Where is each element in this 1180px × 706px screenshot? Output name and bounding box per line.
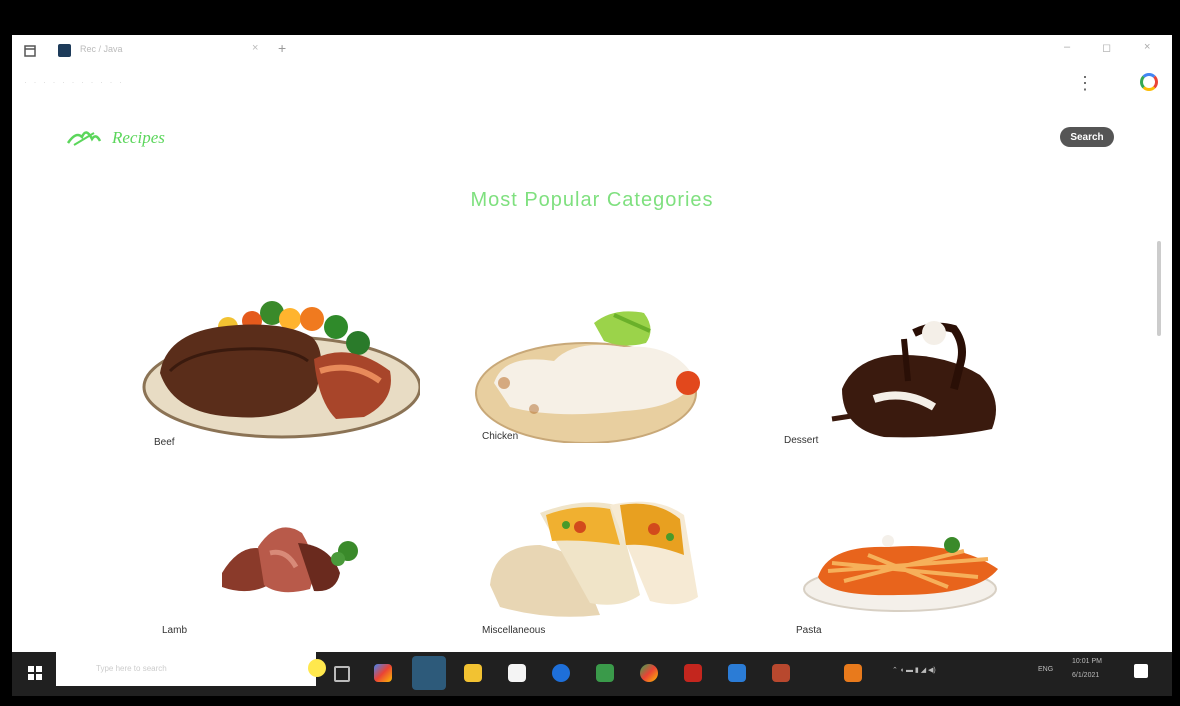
- clock-date[interactable]: 6/1/2021: [1072, 672, 1099, 679]
- tab-title[interactable]: Rec / Java: [80, 44, 123, 54]
- category-label-pasta[interactable]: Pasta: [796, 625, 822, 636]
- mail-app-icon[interactable]: [552, 664, 570, 682]
- lamb-image: [222, 527, 358, 593]
- category-card-beef[interactable]: Beef: [140, 291, 422, 451]
- search-button[interactable]: Search: [1060, 127, 1114, 147]
- page-title: Most Popular Categories: [470, 189, 714, 211]
- category-label-dessert[interactable]: Dessert: [784, 435, 818, 446]
- beef-image: [142, 301, 422, 439]
- file-explorer-icon[interactable]: [464, 664, 482, 682]
- tab-actions-icon[interactable]: [24, 45, 36, 57]
- close-window-button[interactable]: ×: [1144, 41, 1150, 53]
- taskbar-search-field[interactable]: Type here to search: [56, 652, 326, 686]
- site-logo[interactable]: Recipes: [64, 123, 194, 151]
- taskbar: Type here to search ⌃ ◖ ▬ ▮ ◢ ◀) ENG 10:…: [12, 652, 1172, 696]
- git-app-icon[interactable]: [772, 664, 790, 682]
- chicken-image: [475, 311, 700, 444]
- vscode-app-icon[interactable]: [728, 664, 746, 682]
- store-icon[interactable]: [508, 664, 526, 682]
- miscellaneous-image: [490, 501, 698, 617]
- maps-app-icon[interactable]: [596, 664, 614, 682]
- browser-app-icon[interactable]: [374, 664, 392, 682]
- category-card-dessert[interactable]: Dessert: [784, 319, 1024, 459]
- chrome-app-icon[interactable]: [640, 664, 658, 682]
- category-card-pasta[interactable]: Pasta: [788, 511, 1008, 639]
- new-tab-button[interactable]: +: [278, 40, 286, 56]
- java-app-icon[interactable]: [684, 664, 702, 682]
- category-card-lamb[interactable]: Lamb: [160, 493, 380, 639]
- java-runtime-icon[interactable]: [844, 664, 862, 682]
- start-button[interactable]: [28, 666, 42, 680]
- weather-icon: [308, 659, 326, 677]
- browser-menu-icon[interactable]: ⋮: [1076, 73, 1094, 94]
- browser-window: Rec / Java × + – ◻ × · · · · · · · · · ·…: [12, 35, 1172, 652]
- category-label-beef[interactable]: Beef: [154, 437, 175, 448]
- category-card-miscellaneous[interactable]: Miscellaneous: [470, 485, 718, 637]
- tray-icons[interactable]: ⌃ ◖ ▬ ▮ ◢ ◀): [892, 666, 936, 674]
- maximize-button[interactable]: ◻: [1102, 41, 1111, 54]
- pasta-image: [803, 535, 998, 612]
- category-label-miscellaneous[interactable]: Miscellaneous: [482, 625, 545, 636]
- minimize-button[interactable]: –: [1064, 41, 1070, 53]
- address-bar: · · · · · · · · · · · ⋮: [12, 69, 1172, 109]
- search-placeholder: Type here to search: [96, 664, 167, 673]
- language-indicator[interactable]: ENG: [1038, 666, 1053, 673]
- notification-icon[interactable]: [1134, 664, 1148, 678]
- clock-time[interactable]: 10:01 PM: [1072, 658, 1102, 665]
- tab-bar: Rec / Java × + – ◻ ×: [12, 35, 1172, 69]
- category-card-chicken[interactable]: Chicken: [474, 303, 714, 453]
- page-scrollbar[interactable]: [1157, 241, 1161, 336]
- profile-avatar-icon[interactable]: [1140, 73, 1158, 91]
- task-view-icon[interactable]: [334, 666, 350, 682]
- category-label-chicken[interactable]: Chicken: [482, 431, 518, 442]
- edge-app-icon-active[interactable]: [412, 656, 446, 690]
- category-label-lamb[interactable]: Lamb: [162, 625, 187, 636]
- logo-text: Recipes: [111, 128, 165, 147]
- dessert-image: [831, 321, 996, 438]
- tab-close-icon[interactable]: ×: [252, 42, 258, 54]
- tab-favicon-icon: [58, 44, 71, 57]
- url-field[interactable]: · · · · · · · · · · ·: [24, 77, 124, 87]
